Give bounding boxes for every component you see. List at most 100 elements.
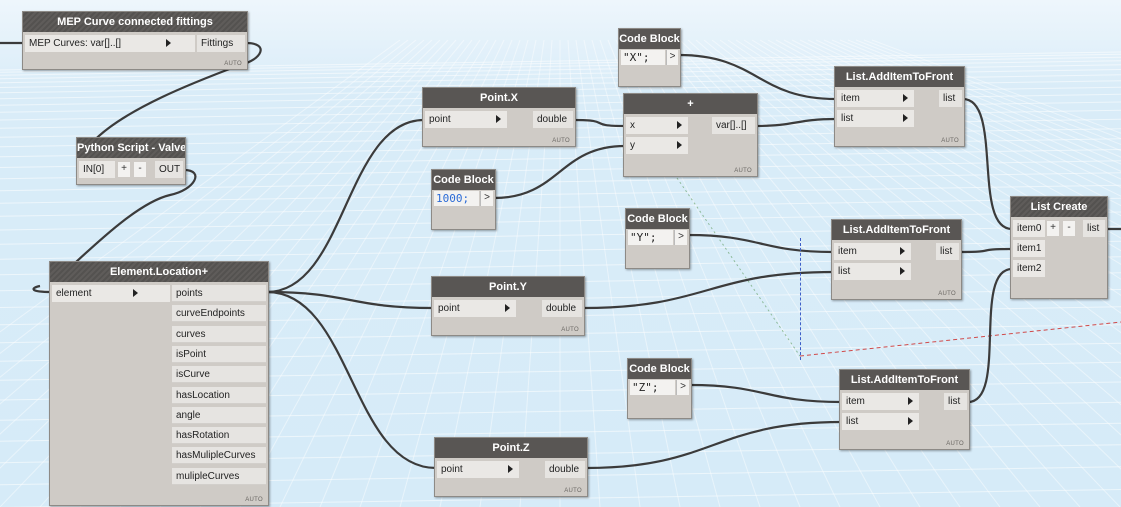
port-muliplecurves[interactable]: mulipleCurves [172,467,266,485]
port-double[interactable]: double [533,111,573,128]
wire-points-to-pointz[interactable] [266,290,437,470]
port-point[interactable]: point [437,461,519,478]
port-list-out[interactable]: list [939,90,962,107]
wire-points-to-pointx[interactable] [266,118,425,294]
code-editor[interactable]: "Y"; [628,230,673,245]
graph-canvas[interactable]: MEP Curve connected fittings MEP Curves:… [0,0,1121,507]
port-label: point [438,303,460,314]
node-title: List Create [1011,197,1107,217]
wire-1000-to-plus-y[interactable] [493,144,626,200]
port-label: element [56,288,92,299]
port-fittings[interactable]: Fittings [197,35,245,52]
node-title: Point.Y [432,277,584,297]
node-title: List.AddItemToFront [832,220,961,240]
port-curves[interactable]: curves [172,325,266,343]
port-double[interactable]: double [542,300,582,317]
port-list-out[interactable]: list [936,243,959,260]
code-output-port[interactable]: > [666,50,678,65]
chevron-right-icon [677,141,682,149]
port-hasrotation[interactable]: hasRotation [172,427,266,445]
code-editor[interactable]: 1000; [434,191,479,206]
chevron-right-icon [903,114,908,122]
lacing-label: AUTO [734,168,752,174]
node-code-block-1000[interactable]: Code Block 1000; > [431,169,496,230]
port-in0[interactable]: IN[0] [79,161,115,178]
axis-line-y [676,177,801,357]
port-hasmuliplecurves[interactable]: hasMulipleCurves [172,447,266,465]
node-python-script-valve[interactable]: Python Script - Valve IN[0] + - OUT [76,137,186,185]
port-item0[interactable]: item0 [1013,220,1045,237]
chevron-right-icon [900,267,905,275]
node-mep-curve-connected-fittings[interactable]: MEP Curve connected fittings MEP Curves:… [22,11,248,70]
code-output-port[interactable]: > [674,230,687,245]
port-var[interactable]: var[]..[] [712,117,755,134]
port-curveendpoints[interactable]: curveEndpoints [172,305,266,323]
node-title: List.AddItemToFront [840,370,969,390]
port-list-out[interactable]: list [944,393,967,410]
lacing-label: AUTO [561,327,579,333]
wire-codey-to-add2-item[interactable] [687,233,834,254]
node-list-add-item-to-front-1[interactable]: List.AddItemToFront item list list AUTO [834,66,965,147]
port-item2[interactable]: item2 [1013,260,1045,277]
port-ispoint[interactable]: isPoint [172,345,266,363]
port-list-out[interactable]: list [1083,220,1105,237]
port-label: y [630,140,635,151]
chevron-right-icon [677,121,682,129]
node-code-block-y[interactable]: Code Block "Y"; > [625,208,690,269]
port-element[interactable]: element [52,285,170,302]
chevron-right-icon [133,289,138,297]
lacing-label: AUTO [946,441,964,447]
wire-points-to-pointy[interactable] [266,290,434,310]
code-editor[interactable]: "X"; [621,50,665,65]
node-element-location[interactable]: Element.Location+ element points curveEnd… [49,261,269,506]
wire-add1-to-item0[interactable] [962,97,1013,231]
port-points[interactable]: points [172,285,266,302]
wire-plus-to-add1-list[interactable] [755,117,837,128]
code-editor[interactable]: "Z"; [630,380,675,395]
code-output-port[interactable]: > [676,380,689,395]
wire-pointy-to-add2-list[interactable] [582,270,834,310]
port-label: list [940,246,953,257]
node-point-x[interactable]: Point.X point double AUTO [422,87,576,147]
port-label: list [846,416,859,427]
wire-codez-to-add3-item[interactable] [689,383,842,404]
node-title: Point.Z [435,438,587,458]
node-title: Code Block [432,170,495,190]
node-list-add-item-to-front-3[interactable]: List.AddItemToFront item list list AUTO [839,369,970,450]
wire-pointx-to-plus-x[interactable] [573,118,626,128]
chevron-right-icon [900,247,905,255]
node-list-add-item-to-front-2[interactable]: List.AddItemToFront item list list AUTO [831,219,962,300]
add-input-button[interactable]: + [1047,221,1059,236]
add-input-button[interactable]: + [118,162,130,177]
port-point[interactable]: point [434,300,516,317]
port-label: angle [176,409,201,421]
remove-input-button[interactable]: - [134,162,146,177]
port-label: MEP Curves: var[]..[] [29,38,122,49]
node-add[interactable]: + x y var[]..[] AUTO [623,93,758,177]
node-point-z[interactable]: Point.Z point double AUTO [434,437,588,497]
port-angle[interactable]: angle [172,406,266,424]
port-iscurve[interactable]: isCurve [172,366,266,384]
port-label: double [537,114,568,125]
wire-add2-to-item1[interactable] [959,247,1013,254]
code-output-port[interactable]: > [480,191,493,206]
node-title: List.AddItemToFront [835,67,964,87]
port-label: isCurve [176,369,210,381]
node-code-block-z[interactable]: Code Block "Z"; > [627,358,692,419]
port-out[interactable]: OUT [155,161,183,178]
axis-line-x [799,321,1121,357]
remove-input-button[interactable]: - [1063,221,1075,236]
node-point-y[interactable]: Point.Y point double AUTO [431,276,585,336]
port-haslocation[interactable]: hasLocation [172,386,266,404]
port-point[interactable]: point [425,111,507,128]
port-item1[interactable]: item1 [1013,240,1045,257]
wire-add3-to-item2[interactable] [967,267,1013,404]
node-list-create[interactable]: List Create item0 + - list item1 item2 [1010,196,1108,299]
wire-pointz-to-add3-list[interactable] [585,420,842,470]
port-label: var[]..[] [716,120,747,131]
port-label: item2 [1017,263,1042,274]
node-title: Python Script - Valve [77,138,185,158]
node-code-block-x[interactable]: Code Block "X"; > [618,28,681,87]
port-label: double [549,464,580,475]
port-double[interactable]: double [545,461,585,478]
